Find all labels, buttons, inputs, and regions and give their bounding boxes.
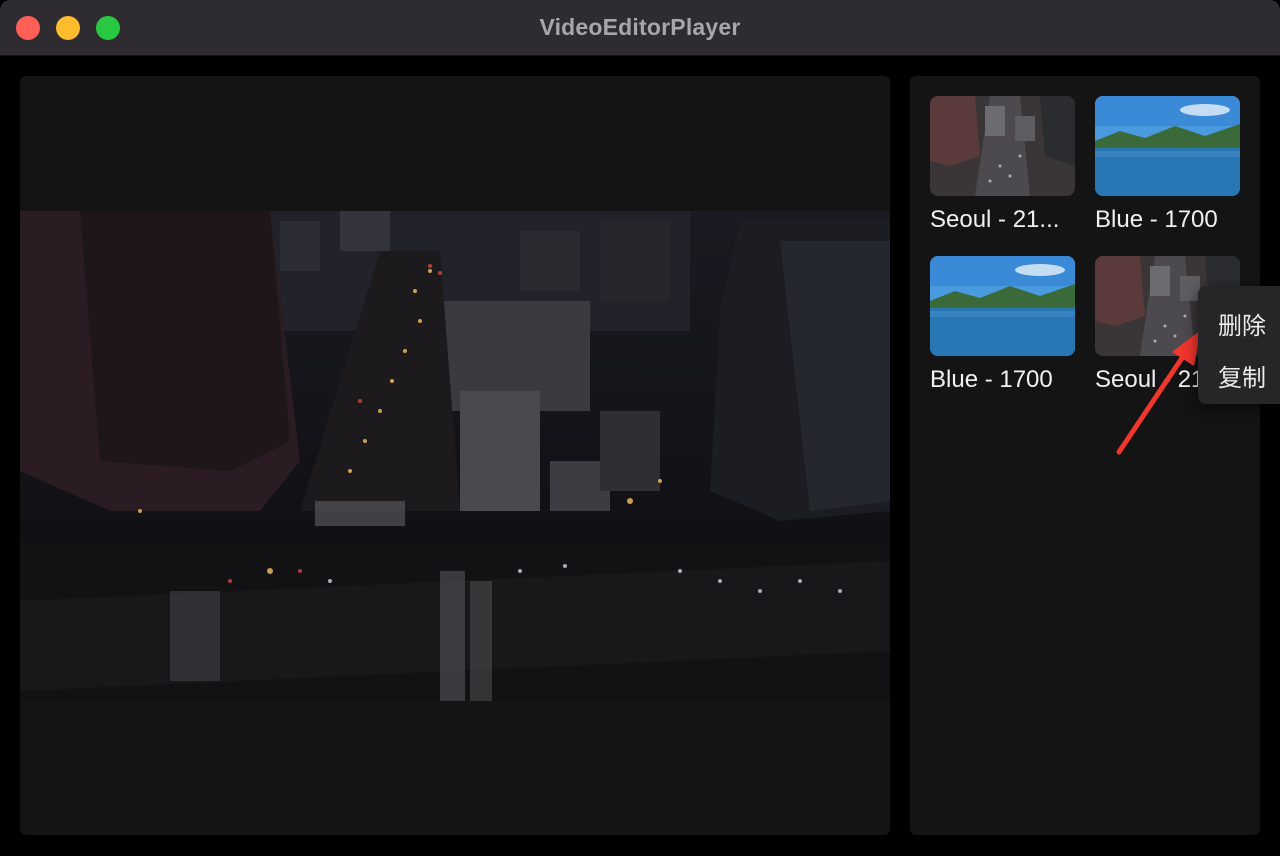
window-title: VideoEditorPlayer bbox=[539, 14, 741, 40]
clip-item[interactable]: Blue - 1700 bbox=[930, 256, 1075, 394]
clip-title: Seoul - 21... bbox=[930, 206, 1060, 233]
menu-item-copy[interactable]: 复制 bbox=[1218, 358, 1266, 393]
clip-item[interactable]: Seoul - 21... bbox=[930, 96, 1075, 234]
clip-item[interactable]: Blue - 1700 bbox=[1095, 96, 1240, 234]
clip-library-panel: Seoul - 21... Blue - 1700 Blue - 1700 Se… bbox=[910, 76, 1260, 835]
video-frame[interactable] bbox=[20, 211, 890, 701]
video-player-panel[interactable] bbox=[20, 76, 890, 835]
menu-item-delete[interactable]: 删除 bbox=[1218, 306, 1266, 341]
app-window: VideoEditorPlayer Seoul - 21... Blue - 1… bbox=[0, 0, 1280, 856]
city-thumbnail-icon bbox=[930, 96, 1075, 196]
video-frame-city-night-image bbox=[20, 211, 890, 701]
clip-title: Blue - 1700 bbox=[1095, 206, 1218, 233]
lake-thumbnail-icon bbox=[1095, 96, 1240, 196]
context-menu: 删除 复制 bbox=[1198, 286, 1280, 404]
main-content: Seoul - 21... Blue - 1700 Blue - 1700 Se… bbox=[0, 56, 1280, 856]
title-bar[interactable]: VideoEditorPlayer bbox=[0, 0, 1280, 56]
clip-title: Blue - 1700 bbox=[930, 366, 1053, 393]
lake-thumbnail-icon bbox=[930, 256, 1075, 356]
